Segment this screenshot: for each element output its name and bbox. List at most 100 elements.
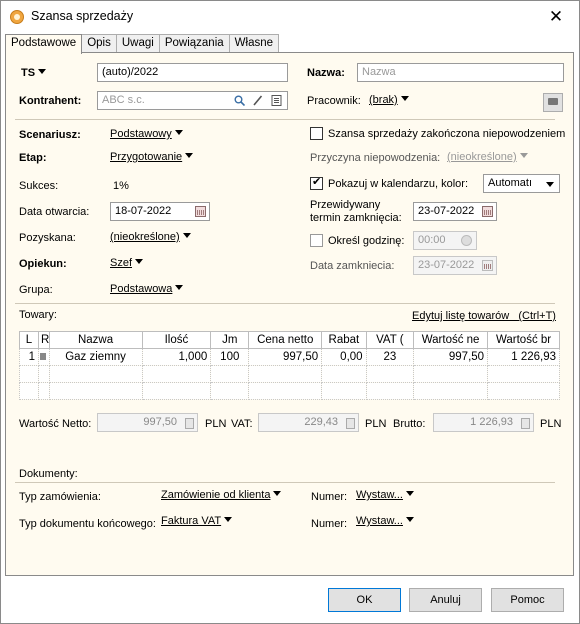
typ-zamowienia-label: Typ zamówienia: bbox=[19, 491, 101, 503]
chevron-down-icon bbox=[546, 182, 554, 187]
message-button[interactable] bbox=[543, 93, 563, 112]
calendar-icon[interactable] bbox=[195, 206, 206, 217]
currency-label: PLN bbox=[205, 418, 227, 430]
kolor-select[interactable]: Automatı bbox=[483, 174, 560, 193]
sukces-label: Sukces: bbox=[19, 180, 59, 192]
column-header[interactable]: Jm bbox=[210, 331, 250, 349]
tab-opis[interactable]: Opis bbox=[81, 34, 117, 53]
pracownik-label: Pracownik: bbox=[307, 95, 361, 107]
column-header[interactable]: Nazwa bbox=[48, 331, 143, 349]
tab-powiazania[interactable]: Powiązania bbox=[158, 34, 230, 53]
column-header[interactable]: R bbox=[38, 331, 50, 349]
data-zamkniecia-value: 23-07-2022 bbox=[418, 259, 475, 271]
chevron-down-icon bbox=[224, 517, 233, 522]
numer-label: Numer: bbox=[311, 491, 348, 503]
calculator-icon bbox=[185, 418, 194, 429]
chevron-down-icon bbox=[273, 491, 282, 496]
cell-nazwa: Gaz ziemny bbox=[48, 348, 143, 366]
numer-zamowienia-dropdown[interactable]: Wystaw... bbox=[356, 489, 414, 501]
numer-label: Numer: bbox=[311, 518, 348, 530]
tab-wlasne[interactable]: Własne bbox=[228, 34, 280, 53]
column-header[interactable]: Ilość bbox=[141, 331, 212, 349]
calendar-icon bbox=[482, 260, 493, 271]
column-header[interactable]: L bbox=[18, 331, 40, 349]
opiekun-dropdown[interactable]: Szef bbox=[110, 257, 144, 269]
grupa-dropdown[interactable]: Podstawowa bbox=[110, 283, 184, 295]
chevron-down-icon bbox=[405, 491, 414, 496]
przyczyna-label: Przyczyna niepowodzenia: bbox=[310, 152, 441, 164]
column-header[interactable]: Cena netto bbox=[248, 331, 323, 349]
godzine-label: Określ godzinę: bbox=[328, 235, 405, 247]
column-header[interactable]: Wartość br bbox=[487, 331, 560, 349]
row-marker-icon bbox=[38, 348, 50, 366]
pozyskana-value: (nieokreślone) bbox=[110, 231, 180, 243]
tab-strip: Podstawowe Opis Uwagi Powiązania Własne bbox=[5, 34, 280, 54]
kalendarz-checkbox[interactable] bbox=[310, 175, 323, 190]
chevron-down-icon bbox=[519, 153, 528, 158]
scenariusz-dropdown[interactable]: Podstawowy bbox=[110, 128, 183, 140]
typ-koncowego-dropdown[interactable]: Faktura VAT bbox=[161, 515, 233, 527]
kontrahent-field[interactable]: ABC s.c. bbox=[97, 91, 288, 110]
nazwa-field[interactable]: Nazwa bbox=[357, 63, 564, 82]
chevron-down-icon bbox=[400, 96, 409, 101]
brutto-field: 1 226,93 bbox=[433, 413, 534, 432]
column-header[interactable]: Wartość ne bbox=[413, 331, 489, 349]
przyczyna-value: (nieokreślone) bbox=[447, 151, 517, 163]
typ-zamowienia-dropdown[interactable]: Zamówienie od klienta bbox=[161, 489, 282, 501]
edit-towary-link[interactable]: Edytuj listę towarów (Ctrl+T) bbox=[412, 310, 556, 322]
scenariusz-value: Podstawowy bbox=[110, 128, 172, 140]
przewidywany-field[interactable]: 23-07-2022 bbox=[413, 202, 497, 221]
typ-zamowienia-value: Zamówienie od klienta bbox=[161, 489, 271, 501]
tab-uwagi[interactable]: Uwagi bbox=[115, 34, 160, 53]
cell-rabat: 0,00 bbox=[321, 348, 367, 366]
ts-number-field[interactable]: (auto)/2022 bbox=[97, 63, 288, 82]
data-otwarcia-field[interactable]: 18-07-2022 bbox=[110, 202, 210, 221]
godzine-field: 00:00 bbox=[413, 231, 477, 250]
towary-table[interactable]: L R Nazwa Ilość Jm Cena netto Rabat VAT … bbox=[18, 331, 560, 400]
list-icon[interactable] bbox=[271, 95, 282, 106]
pozyskana-label: Pozyskana: bbox=[19, 232, 76, 244]
zakonczona-checkbox[interactable] bbox=[310, 127, 323, 140]
title-bar: Szansa sprzedaży ✕ bbox=[1, 1, 579, 33]
pracownik-value: (brak) bbox=[369, 94, 398, 106]
calendar-icon[interactable] bbox=[482, 206, 493, 217]
cell-ilosc: 1,000 bbox=[141, 348, 212, 366]
etap-value: Przygotowanie bbox=[110, 151, 183, 163]
sukces-value: 1% bbox=[113, 180, 129, 192]
chevron-down-icon bbox=[175, 285, 184, 290]
column-header[interactable]: Rabat bbox=[321, 331, 367, 349]
table-row[interactable]: 1 Gaz ziemny 1,000 100 997,50 0,00 23 99… bbox=[18, 348, 560, 366]
divider bbox=[15, 482, 555, 483]
column-header[interactable]: VAT ( bbox=[365, 331, 415, 349]
numer-koncowego-dropdown[interactable]: Wystaw... bbox=[356, 515, 414, 527]
close-button[interactable]: ✕ bbox=[543, 4, 569, 30]
calculator-icon bbox=[521, 418, 530, 429]
data-zamkniecia-label: Data zamkniecia: bbox=[310, 260, 395, 272]
cancel-button[interactable]: Anuluj bbox=[409, 588, 482, 612]
pracownik-dropdown[interactable]: (brak) bbox=[369, 94, 409, 106]
edit-pencil-icon[interactable] bbox=[252, 95, 263, 106]
ts-dropdown[interactable]: TS bbox=[21, 67, 47, 79]
vat-value: 229,43 bbox=[304, 416, 338, 428]
ts-label: TS bbox=[21, 67, 36, 79]
brutto-value: 1 226,93 bbox=[470, 416, 513, 428]
dokumenty-label: Dokumenty: bbox=[19, 468, 78, 480]
typ-koncowego-label: Typ dokumentu końcowego: bbox=[19, 518, 156, 530]
app-logo-icon bbox=[10, 10, 24, 24]
ok-button[interactable]: OK bbox=[328, 588, 401, 612]
numer-value: Wystaw... bbox=[356, 515, 403, 527]
help-button[interactable]: Pomoc bbox=[491, 588, 564, 612]
table-row-empty bbox=[18, 382, 560, 400]
chevron-down-icon bbox=[38, 69, 47, 74]
kontrahent-placeholder: ABC s.c. bbox=[102, 94, 145, 106]
table-row-empty bbox=[18, 365, 560, 383]
search-icon[interactable] bbox=[234, 95, 245, 106]
tab-podstawowe[interactable]: Podstawowe bbox=[5, 34, 83, 54]
pozyskana-dropdown[interactable]: (nieokreślone) bbox=[110, 231, 191, 243]
towary-label: Towary: bbox=[19, 309, 57, 321]
divider bbox=[15, 303, 555, 304]
etap-dropdown[interactable]: Przygotowanie bbox=[110, 151, 194, 163]
godzine-checkbox[interactable] bbox=[310, 234, 323, 247]
chevron-down-icon bbox=[185, 153, 194, 158]
przewidywany-value: 23-07-2022 bbox=[418, 205, 475, 217]
